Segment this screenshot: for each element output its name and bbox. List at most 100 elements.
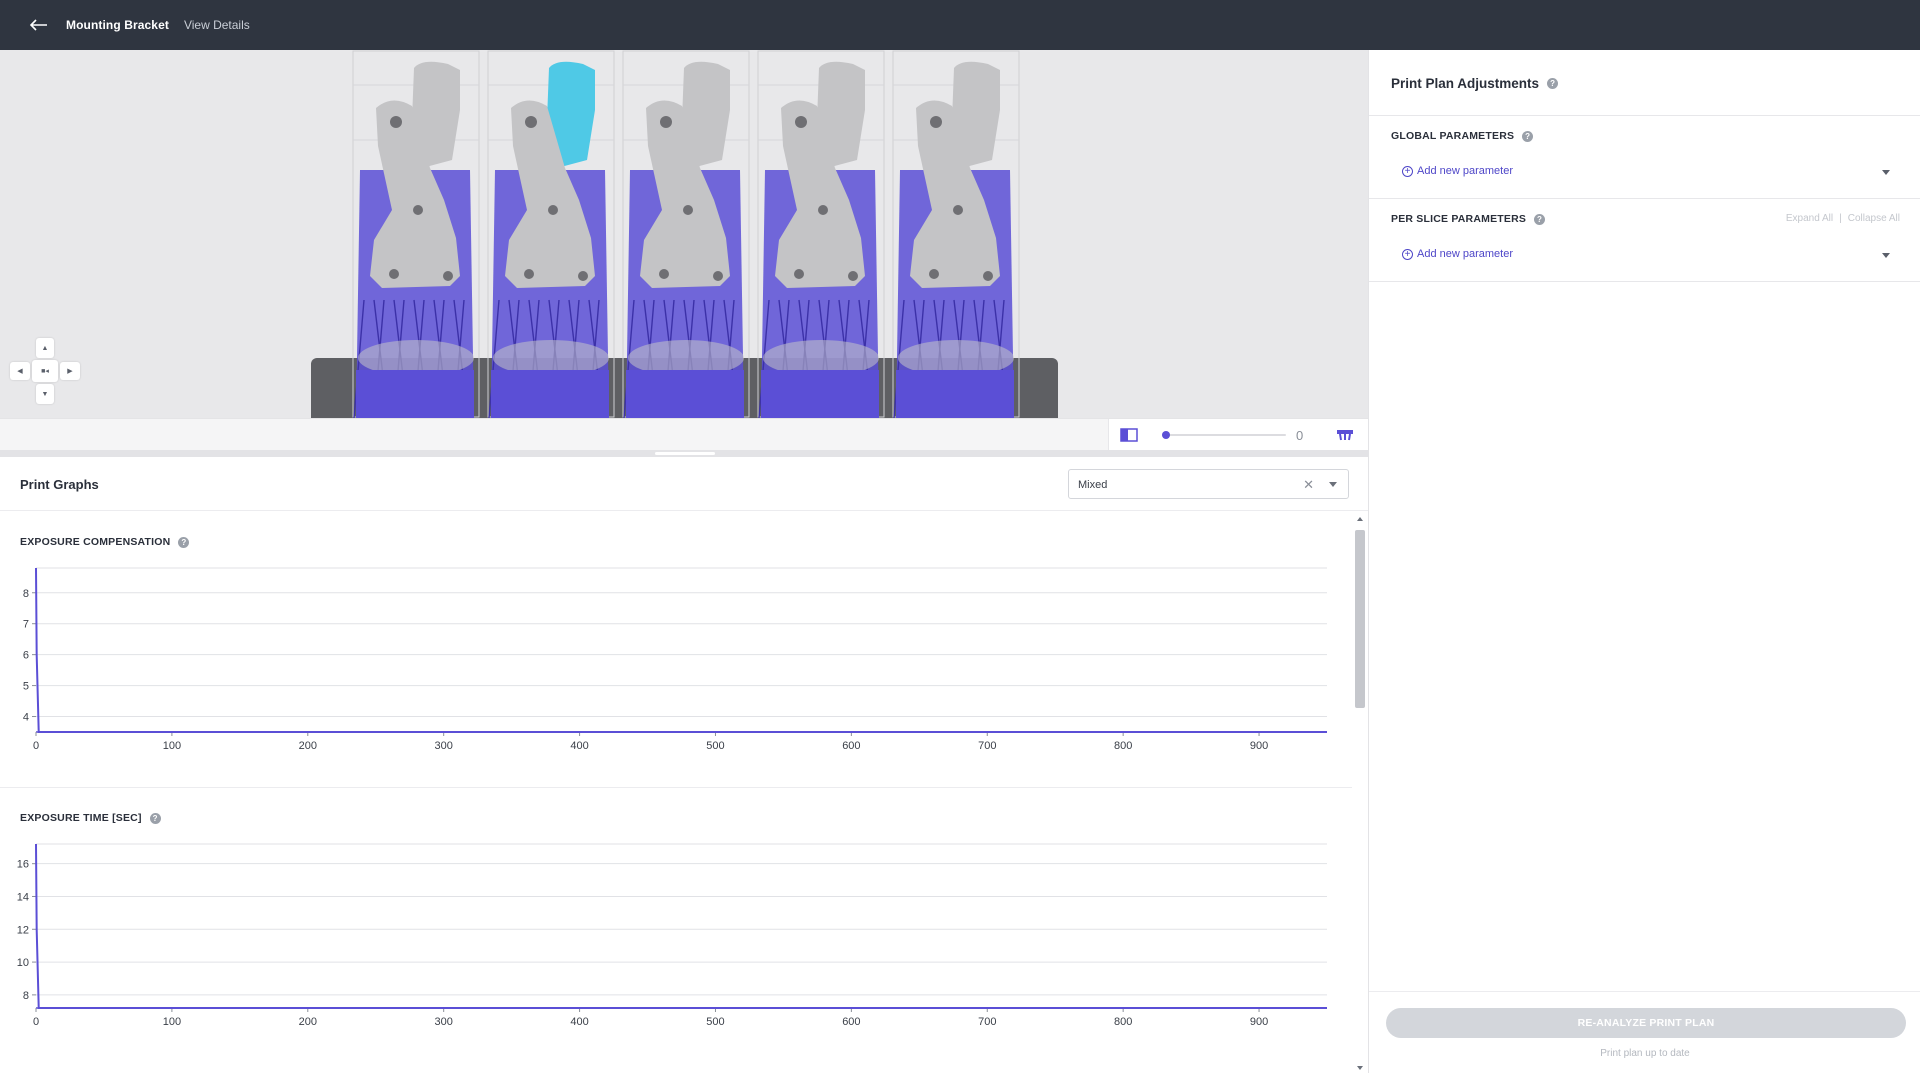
bracket-hole [525, 116, 537, 128]
print-plan-panel: Print Plan Adjustments ? GLOBAL PARAMETE… [1368, 50, 1920, 1073]
back-button[interactable] [28, 14, 50, 36]
x-tick-label: 200 [299, 1016, 317, 1028]
bracket-hole [953, 205, 963, 215]
camera-reset-button[interactable]: ■◂ [32, 360, 58, 382]
layer-value: 0 [1296, 427, 1304, 443]
print-graphs-title: Print Graphs [20, 477, 99, 492]
printed-part[interactable] [757, 50, 885, 418]
print-graphs-header: Print Graphs Mixed ✕ [0, 457, 1368, 511]
x-tick-label: 600 [842, 740, 860, 752]
y-tick-label: 6 [23, 650, 29, 662]
chevron-down-icon[interactable] [1882, 170, 1890, 175]
y-tick-label: 8 [23, 588, 29, 600]
help-circle-icon[interactable]: ? [1522, 130, 1534, 142]
graphs-scrollbar[interactable] [1352, 512, 1368, 1073]
bracket-hole [660, 116, 672, 128]
graphs-scroll-area[interactable]: EXPOSURE COMPENSATION ? 4 5 6 7 8 0 100 200 300 4… [0, 512, 1352, 1073]
support-base [761, 370, 879, 418]
pan-right-button[interactable]: ▶ [60, 362, 80, 380]
support-base [491, 370, 609, 418]
bracket-hole [929, 269, 939, 279]
bracket-hole [683, 205, 693, 215]
exposure-time-chart: 8 10 12 14 16 0 100 200 300 400 500 600 700 800 900 [17, 843, 1327, 1028]
pan-left-button[interactable]: ◀ [10, 362, 30, 380]
model-viewport[interactable]: ▲ ◀ ■◂ ▶ ▼ [0, 50, 1368, 418]
chevron-down-icon[interactable] [1882, 253, 1890, 258]
help-circle-icon[interactable]: ? [178, 536, 190, 548]
layer-slider[interactable] [1162, 429, 1286, 441]
x-tick-label: 600 [842, 1016, 860, 1028]
part-model-icon [892, 50, 1020, 418]
exposure-time-graph: EXPOSURE TIME [SEC] ? 8 10 12 14 16 0 100 200 30… [0, 788, 1352, 1073]
printed-part[interactable] [622, 50, 750, 418]
printed-part[interactable] [487, 50, 615, 418]
part-model-icon [757, 50, 885, 418]
add-parameter-label: Add new parameter [1417, 165, 1513, 177]
graph-title-text: EXPOSURE COMPENSATION [20, 536, 171, 548]
part-model-icon [487, 50, 615, 418]
x-tick-label: 900 [1250, 1016, 1268, 1028]
chevron-down-icon[interactable] [1329, 482, 1337, 487]
x-tick-label: 0 [33, 740, 39, 752]
view-details-link[interactable]: View Details [184, 18, 250, 32]
breadcrumb-title: Mounting Bracket [66, 18, 169, 32]
scrollbar-thumb[interactable] [1355, 530, 1365, 708]
reanalyze-print-plan-button[interactable]: RE-ANALYZE PRINT PLAN [1386, 1008, 1906, 1038]
slider-knob[interactable] [1162, 431, 1170, 439]
y-tick-label: 10 [17, 957, 29, 969]
bracket-hole [413, 205, 423, 215]
exposure-compensation-chart: 4 5 6 7 8 0 100 200 300 400 500 600 700 800 900 [23, 567, 1327, 752]
x-tick-label: 300 [435, 740, 453, 752]
pan-down-button[interactable]: ▼ [36, 384, 54, 404]
bracket-hole [578, 271, 588, 281]
y-tick-label: 16 [17, 859, 29, 871]
graph-mode-select[interactable]: Mixed ✕ [1068, 469, 1349, 499]
printed-part[interactable] [352, 50, 480, 418]
bracket-hole [524, 269, 534, 279]
bracket-hole [389, 269, 399, 279]
split-view-icon[interactable] [1120, 428, 1138, 442]
help-circle-icon[interactable]: ? [1547, 78, 1559, 89]
help-circle-icon[interactable]: ? [149, 812, 161, 824]
printed-part[interactable] [892, 50, 1020, 418]
expand-all-link[interactable]: Expand All [1786, 213, 1833, 224]
viewport-controls: 0 [1108, 419, 1368, 451]
bracket-hole [848, 271, 858, 281]
per-slice-parameters-heading: PER SLICE PARAMETERS ? [1391, 213, 1546, 225]
scroll-down-icon[interactable] [1357, 1066, 1363, 1070]
part-model-icon [352, 50, 480, 418]
y-tick-label: 4 [23, 712, 29, 724]
x-tick-label: 800 [1114, 740, 1132, 752]
add-global-parameter-button[interactable]: + Add new parameter [1402, 165, 1513, 177]
support-toggle-button[interactable] [1334, 426, 1356, 444]
plus-circle-icon: + [1402, 165, 1413, 177]
chevron-down-icon: ▼ [41, 390, 49, 398]
part-model-icon [622, 50, 750, 418]
divider [1369, 198, 1920, 199]
top-bar: Mounting Bracket View Details [0, 0, 1920, 50]
separator: | [1839, 213, 1842, 224]
divider [1369, 115, 1920, 116]
exposure-compensation-graph: EXPOSURE COMPENSATION ? 4 5 6 7 8 0 100 200 300 4… [0, 512, 1352, 787]
x-tick-label: 500 [706, 740, 724, 752]
support-base [896, 370, 1014, 418]
bracket-hole [443, 271, 453, 281]
add-per-slice-parameter-button[interactable]: + Add new parameter [1402, 248, 1513, 260]
pan-up-button[interactable]: ▲ [36, 338, 54, 358]
support-base [356, 370, 474, 418]
y-tick-label: 5 [23, 681, 29, 693]
chevron-right-icon: ▶ [67, 368, 73, 375]
splitter-grip[interactable] [655, 452, 715, 455]
help-circle-icon[interactable]: ? [1534, 213, 1546, 225]
x-tick-label: 100 [163, 740, 181, 752]
chevron-left-icon: ◀ [17, 368, 23, 375]
print-plan-status: Print plan up to date [1600, 1048, 1690, 1059]
collapse-all-link[interactable]: Collapse All [1848, 213, 1900, 224]
x-tick-label: 400 [570, 740, 588, 752]
close-icon[interactable]: ✕ [1303, 477, 1314, 493]
camera-reset-icon: ■◂ [41, 368, 49, 375]
pane-splitter[interactable] [0, 450, 1368, 457]
support-tray-icon [1337, 430, 1353, 441]
series-line [35, 843, 1327, 1009]
scroll-up-icon[interactable] [1357, 517, 1363, 521]
